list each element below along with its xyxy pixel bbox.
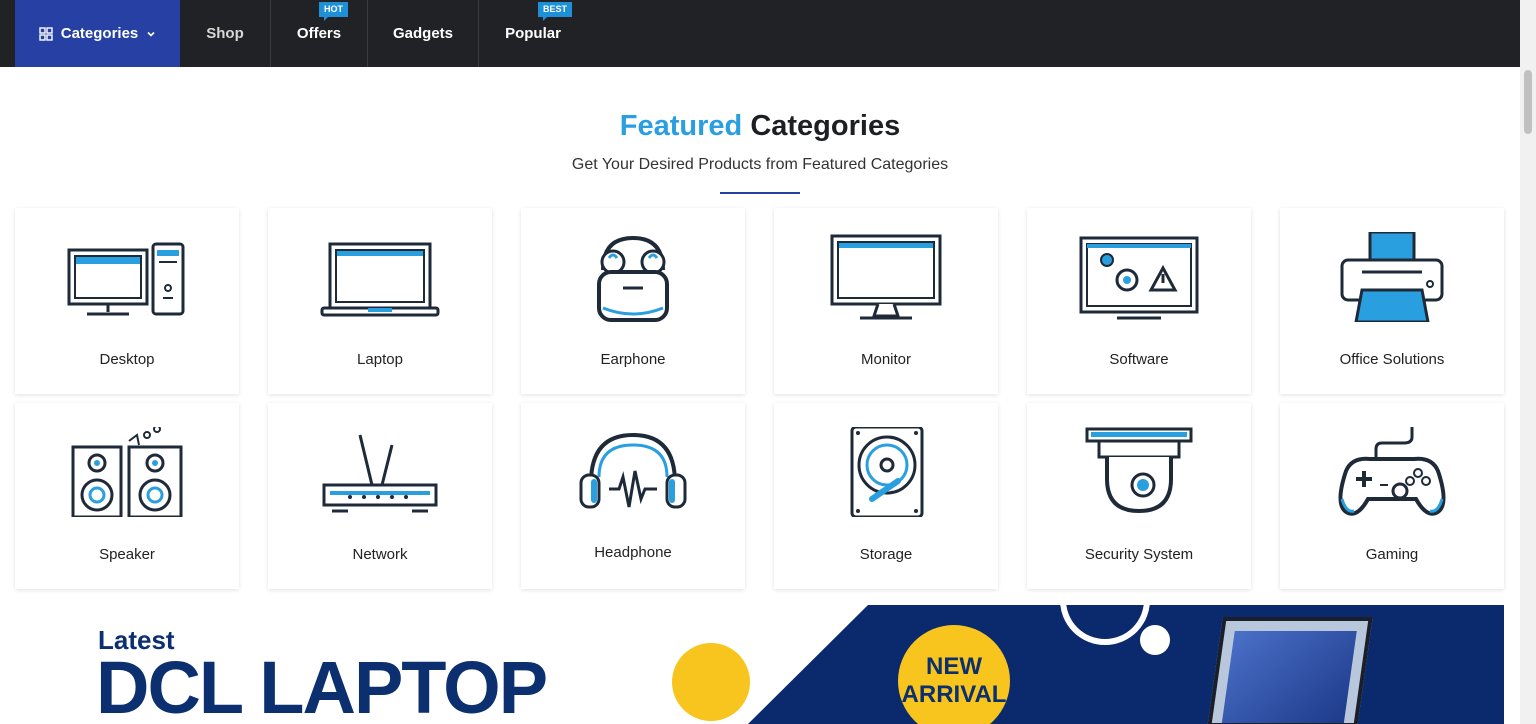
category-card-network[interactable]: Network [268, 403, 492, 589]
hot-badge: HOT [319, 2, 348, 21]
nav-label: Gadgets [392, 25, 453, 42]
router-icon [322, 434, 438, 513]
best-badge: BEST [538, 2, 573, 21]
speaker-icon [71, 427, 183, 517]
monitor-icon [830, 234, 942, 320]
desktop-icon [67, 242, 185, 316]
category-label: Headphone [594, 544, 672, 561]
category-label: Office Solutions [1339, 351, 1445, 368]
categories-menu-button[interactable]: Categories [15, 0, 180, 67]
nav-item-shop[interactable]: Shop [180, 0, 271, 67]
category-label: Security System [1084, 546, 1194, 563]
security-camera-icon [1085, 427, 1193, 514]
categories-label: Categories [60, 25, 139, 42]
scrollbar-thumb[interactable] [1524, 70, 1532, 134]
laptop-image [1207, 617, 1373, 724]
laptop-icon [320, 242, 440, 317]
badge-line-2: ARRIVAL [901, 681, 1007, 708]
category-label: Gaming [1365, 546, 1419, 563]
category-label: Software [1109, 351, 1169, 368]
section-subtitle: Get Your Desired Products from Featured … [571, 156, 949, 173]
banner-decor-circle [672, 643, 750, 721]
title-underline [720, 192, 800, 194]
category-label: Laptop [357, 351, 403, 368]
badge-line-1: NEW [926, 653, 982, 680]
category-label: Desktop [99, 351, 155, 368]
category-label: Earphone [600, 351, 666, 368]
hard-drive-icon [850, 427, 924, 517]
page-scrollbar[interactable] [1520, 0, 1536, 724]
printer-icon [1340, 232, 1444, 322]
category-label: Speaker [99, 546, 155, 563]
category-card-laptop[interactable]: Laptop [268, 208, 492, 394]
category-card-software[interactable]: Software [1027, 208, 1251, 394]
category-card-security-system[interactable]: Security System [1027, 403, 1251, 589]
category-card-speaker[interactable]: Speaker [15, 403, 239, 589]
nav-item-popular[interactable]: BEST Popular [479, 0, 587, 67]
category-card-headphone[interactable]: Headphone [521, 403, 745, 589]
banner-title: DCL LAPTOP [96, 646, 548, 724]
laptop-screen [1221, 631, 1357, 723]
chevron-down-icon [147, 31, 155, 37]
top-navbar: Categories Shop HOT Offers Gadgets BEST … [0, 0, 1520, 67]
category-label: Storage [859, 546, 913, 563]
nav-label: Offers [296, 25, 342, 42]
nav-label: Shop [206, 25, 244, 42]
promo-banner[interactable]: Latest DCL LAPTOP NEW ARRIVAL [15, 605, 1504, 724]
grid-icon [39, 26, 53, 41]
section-title-accent: Featured [619, 110, 743, 142]
nav-item-gadgets[interactable]: Gadgets [368, 0, 479, 67]
banner-divider [748, 605, 868, 724]
category-label: Network [352, 546, 408, 563]
category-card-monitor[interactable]: Monitor [774, 208, 998, 394]
category-card-storage[interactable]: Storage [774, 403, 998, 589]
category-card-desktop[interactable]: Desktop [15, 208, 239, 394]
category-card-office-solutions[interactable]: Office Solutions [1280, 208, 1504, 394]
nav-item-offers[interactable]: HOT Offers [271, 0, 368, 67]
section-title-rest: Categories [750, 110, 901, 142]
section-title: Featured Categories [0, 110, 1520, 143]
headphone-icon [579, 432, 687, 509]
software-icon [1079, 236, 1199, 320]
category-card-earphone[interactable]: Earphone [521, 208, 745, 394]
nav-label: Popular [505, 25, 561, 42]
earphone-icon [597, 235, 669, 322]
banner-decor-dot [1140, 625, 1170, 655]
gamepad-icon [1338, 427, 1446, 516]
category-card-gaming[interactable]: Gaming [1280, 403, 1504, 589]
category-label: Monitor [860, 351, 912, 368]
